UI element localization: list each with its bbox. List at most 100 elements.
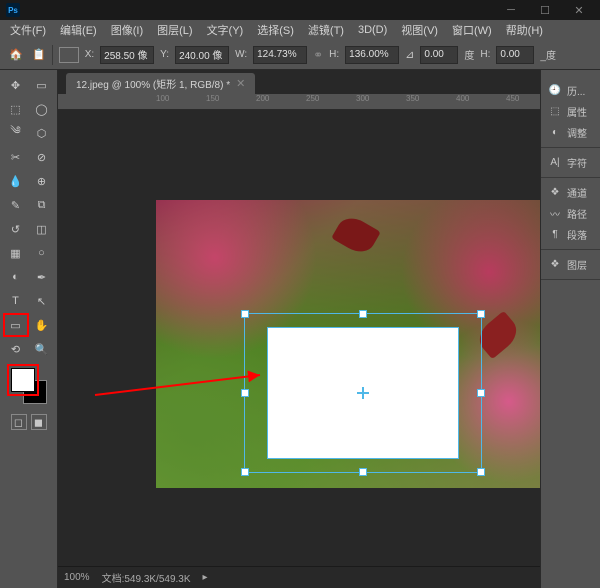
transform-handle-bl[interactable] (241, 468, 249, 476)
h2-unit: _度 (540, 47, 556, 62)
zoom-level[interactable]: 100% (64, 572, 90, 583)
menu-file[interactable]: 文件(F) (4, 20, 52, 40)
h-label: H: (329, 49, 339, 60)
panel-history[interactable]: 🕘 历... (541, 80, 600, 101)
transform-handle-tc[interactable] (359, 310, 367, 318)
maximize-button[interactable]: ☐ (530, 1, 560, 19)
tool-eraser[interactable]: ◫ (30, 218, 54, 240)
panel-layers[interactable]: ❖图层 (541, 254, 600, 275)
ruler-tick: 150 (206, 94, 219, 103)
ruler-horizontal: 100 150 200 250 300 350 400 450 (58, 94, 540, 110)
shape-preview-icon[interactable] (59, 47, 79, 63)
menu-type[interactable]: 文字(Y) (201, 20, 250, 40)
tool-gradient[interactable]: ▦ (4, 242, 28, 264)
menu-filter[interactable]: 滤镜(T) (302, 20, 350, 40)
menu-3d[interactable]: 3D(D) (352, 22, 393, 38)
close-button[interactable]: ✕ (564, 1, 594, 19)
ruler-tick: 250 (306, 94, 319, 103)
panels-dock: 🕘 历... ⬚属性 ◐ 调整 A|字符 ❖ 通道 〰路径 ¶段落 ❖图层 (540, 70, 600, 588)
tool-rotate[interactable]: ⟲ (4, 338, 28, 360)
minimize-button[interactable]: ─ (496, 1, 526, 19)
info-dropdown-icon[interactable]: ▸ (203, 572, 208, 583)
tool-rectangle[interactable]: ▭ (4, 314, 28, 336)
x-input[interactable] (100, 46, 154, 64)
channels-icon: ❖ (547, 186, 563, 200)
document-tab[interactable]: 12.jpeg @ 100% (矩形 1, RGB/8) * ✕ (66, 73, 255, 94)
h-input[interactable] (345, 46, 399, 64)
menu-view[interactable]: 视图(V) (395, 20, 444, 40)
tool-dodge[interactable]: ◐ (4, 266, 28, 288)
tool-hand[interactable]: ✋ (30, 314, 54, 336)
menu-window[interactable]: 窗口(W) (446, 20, 498, 40)
menu-help[interactable]: 帮助(H) (500, 20, 549, 40)
panel-channels[interactable]: ❖ 通道 (541, 182, 600, 203)
standard-mode-icon[interactable]: ◻ (11, 414, 27, 430)
tool-move[interactable]: ✥ (4, 74, 28, 96)
panel-paths[interactable]: 〰路径 (541, 203, 600, 224)
menu-edit[interactable]: 编辑(E) (54, 20, 103, 40)
canvas-viewport[interactable] (58, 110, 540, 566)
panel-label: 段落 (567, 227, 587, 242)
layers-icon: ❖ (547, 258, 563, 272)
divider (52, 45, 53, 65)
tool-brush[interactable]: ✎ (4, 194, 28, 216)
menu-select[interactable]: 选择(S) (251, 20, 300, 40)
ruler-tick: 300 (356, 94, 369, 103)
transform-bounding-box[interactable] (244, 313, 482, 473)
tool-artboard[interactable]: ▭ (30, 74, 54, 96)
tool-zoom[interactable]: 🔍 (30, 338, 54, 360)
transform-handle-ml[interactable] (241, 389, 249, 397)
tool-spot-heal[interactable]: ⊕ (30, 170, 54, 192)
color-swatches (11, 368, 47, 404)
picker-icon[interactable]: 📋 (32, 48, 46, 61)
y-input[interactable] (175, 46, 229, 64)
tool-ellipse-marquee[interactable]: ◯ (30, 98, 54, 120)
adjustments-icon: ◐ (547, 126, 563, 140)
menu-image[interactable]: 图像(I) (105, 20, 149, 40)
titlebar: Ps ─ ☐ ✕ (0, 0, 600, 20)
tool-history-brush[interactable]: ↺ (4, 218, 28, 240)
character-icon: A| (547, 156, 563, 170)
w-input[interactable] (253, 46, 307, 64)
panel-paragraph[interactable]: ¶段落 (541, 224, 600, 245)
tool-slice[interactable]: ⊘ (30, 146, 54, 168)
tool-clone[interactable]: ⧉ (30, 194, 54, 216)
tool-path-select[interactable]: ↖ (30, 290, 54, 312)
transform-handle-tl[interactable] (241, 310, 249, 318)
menu-layer[interactable]: 图层(L) (151, 20, 198, 40)
tool-lasso[interactable]: ༄ (4, 122, 28, 144)
angle-input[interactable] (420, 46, 458, 64)
panel-character[interactable]: A|字符 (541, 152, 600, 173)
panel-properties[interactable]: ⬚属性 (541, 101, 600, 122)
h2-input[interactable] (496, 46, 534, 64)
angle-unit: 度 (464, 47, 474, 62)
panel-label: 历... (567, 83, 585, 98)
tool-poly-lasso[interactable]: ⬡ (30, 122, 54, 144)
transform-handle-bc[interactable] (359, 468, 367, 476)
panel-label: 通道 (567, 185, 587, 200)
panel-label: 调整 (567, 125, 587, 140)
doc-info: 文档:549.3K/549.3K (102, 570, 191, 585)
ruler-tick: 400 (456, 94, 469, 103)
tool-type[interactable]: T (4, 290, 28, 312)
transform-handle-br[interactable] (477, 468, 485, 476)
tool-blur[interactable]: ○ (30, 242, 54, 264)
transform-handle-mr[interactable] (477, 389, 485, 397)
ps-logo-icon: Ps (6, 3, 20, 17)
transform-anchor-icon[interactable] (357, 387, 369, 399)
ruler-tick: 450 (506, 94, 519, 103)
x-label: X: (85, 49, 94, 60)
h2-label: H: (480, 49, 490, 60)
close-tab-icon[interactable]: ✕ (236, 77, 245, 90)
link-wh-icon[interactable]: ⚭ (313, 48, 323, 62)
tool-crop[interactable]: ✂ (4, 146, 28, 168)
properties-icon: ⬚ (547, 105, 563, 119)
history-icon: 🕘 (547, 84, 563, 98)
home-icon[interactable]: 🏠 (6, 45, 26, 65)
foreground-color-swatch[interactable] (11, 368, 35, 392)
quickmask-mode-icon[interactable]: ◼ (31, 414, 47, 430)
tool-eyedropper[interactable]: 💧 (4, 170, 28, 192)
tool-pen[interactable]: ✒ (30, 266, 54, 288)
panel-adjustments[interactable]: ◐ 调整 (541, 122, 600, 143)
transform-handle-tr[interactable] (477, 310, 485, 318)
